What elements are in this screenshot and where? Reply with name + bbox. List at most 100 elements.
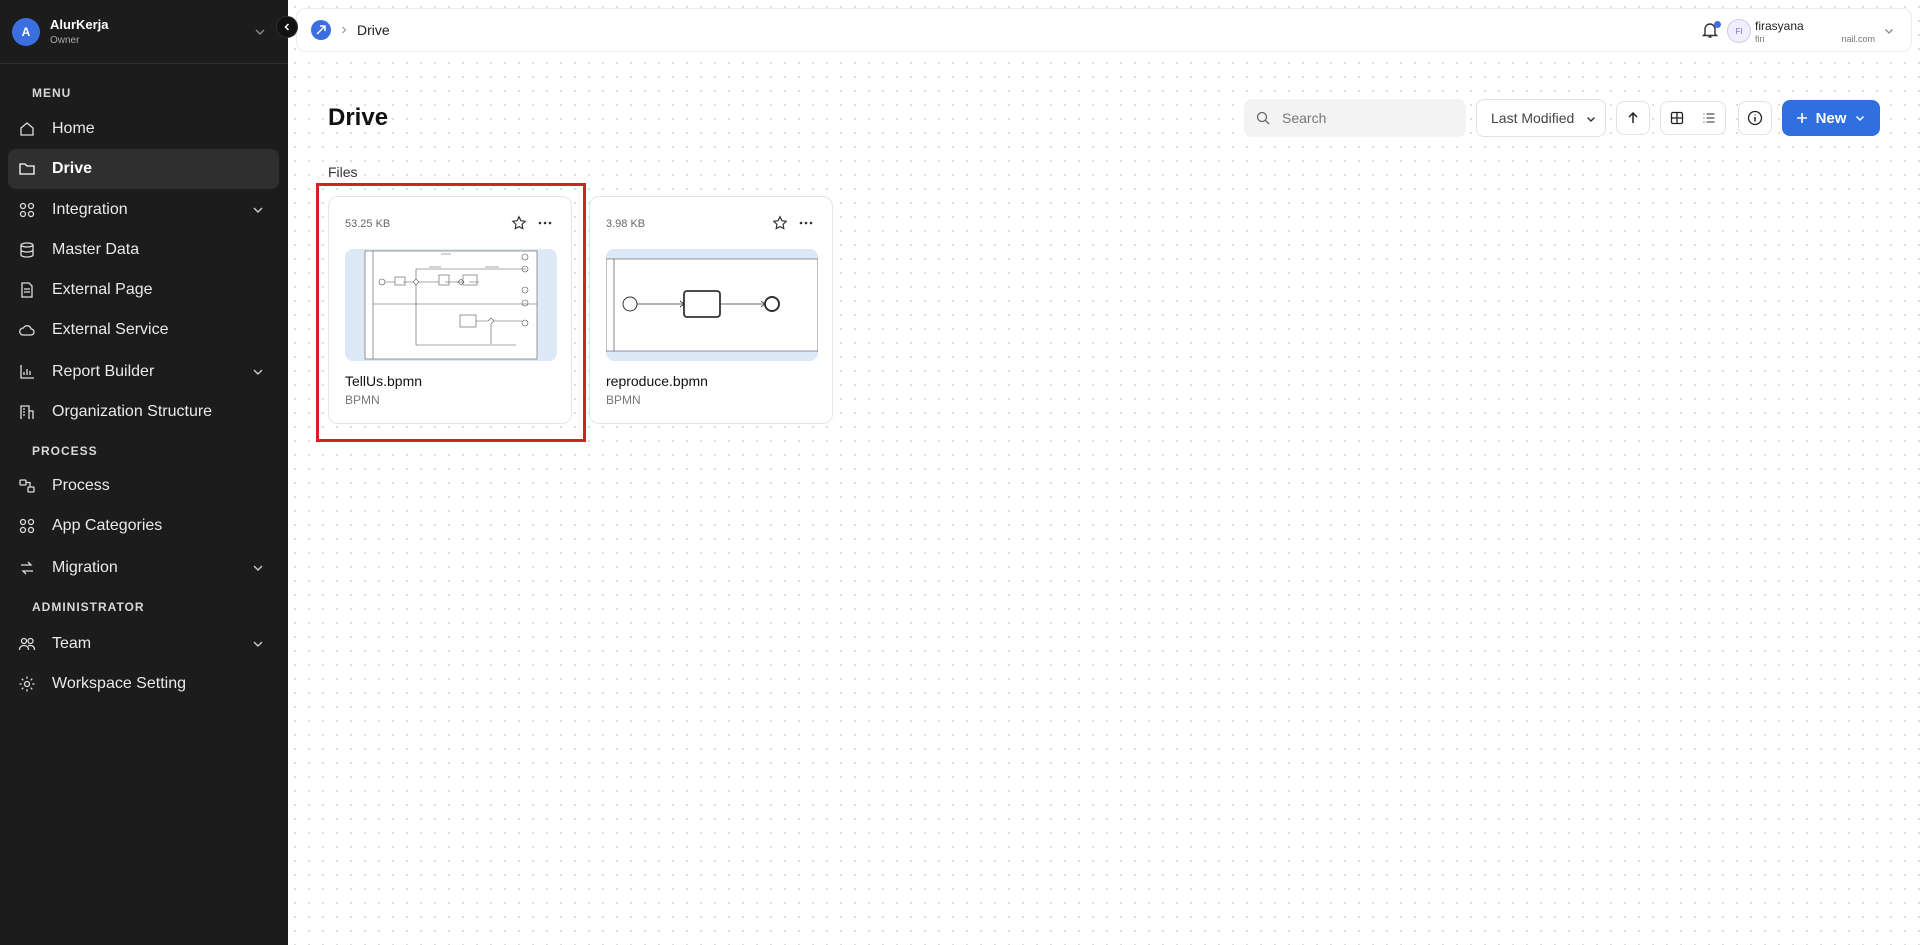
chevron-down-icon	[1587, 117, 1595, 122]
search-icon	[1256, 111, 1270, 125]
chevron-down-icon	[1856, 115, 1865, 122]
chevron-down-icon	[253, 207, 263, 213]
notification-dot	[1714, 21, 1721, 28]
sidebar-item-report-builder[interactable]: Report Builder	[8, 352, 279, 392]
file-name: reproduce.bpmn	[606, 373, 708, 389]
star-icon[interactable]	[511, 215, 527, 231]
view-toggle	[1660, 101, 1726, 135]
workspace-avatar: A	[12, 17, 40, 46]
topbar: Drive FI firasyana firi nail.com	[296, 8, 1912, 52]
user-name: firasyana	[1755, 19, 1804, 33]
page-title: Drive	[328, 104, 389, 131]
page-icon	[21, 282, 33, 298]
sidebar-item-app-categories[interactable]: App Categories	[8, 506, 279, 546]
file-card-reproduce[interactable]: 3.98 KB reproduce.bpmn BPMN	[589, 196, 833, 424]
section-label-process: PROCESS	[32, 444, 98, 458]
file-type: BPMN	[606, 393, 641, 407]
sidebar-item-drive[interactable]: Drive	[8, 149, 279, 189]
sidebar-item-label: Process	[52, 477, 110, 494]
file-thumbnail	[606, 249, 818, 361]
app-logo-icon[interactable]	[311, 20, 331, 40]
migration-icon	[21, 561, 33, 575]
sidebar: A AlurKerja Owner MENU Home Drive Integr…	[0, 0, 288, 945]
chevron-down-icon	[253, 369, 263, 375]
chevron-down-icon	[253, 641, 263, 647]
more-options-icon[interactable]	[798, 215, 814, 231]
list-view-button[interactable]	[1693, 102, 1725, 134]
sidebar-item-migration[interactable]: Migration	[8, 548, 279, 588]
file-type: BPMN	[345, 393, 380, 407]
section-label-menu: MENU	[32, 86, 72, 100]
sort-direction-button[interactable]	[1616, 101, 1650, 135]
chart-icon	[20, 365, 34, 379]
workspace-name: AlurKerja	[50, 17, 109, 32]
grid-icon	[19, 518, 35, 534]
new-button[interactable]: New	[1782, 100, 1880, 136]
user-avatar[interactable]: FI	[1727, 19, 1751, 43]
sidebar-item-label: External Service	[52, 321, 169, 338]
sidebar-item-label: Master Data	[52, 241, 140, 258]
user-email-start: firi	[1755, 34, 1765, 44]
process-icon	[19, 479, 35, 493]
sidebar-item-label: Report Builder	[52, 363, 155, 380]
file-thumbnail	[345, 249, 557, 361]
sidebar-item-external-page[interactable]: External Page	[8, 270, 279, 310]
sidebar-item-master-data[interactable]: Master Data	[8, 230, 279, 270]
home-icon	[20, 122, 34, 136]
section-label-administrator: ADMINISTRATOR	[32, 600, 145, 614]
sort-select-value: Last Modified	[1491, 110, 1575, 126]
workspace-role: Owner	[50, 35, 80, 46]
file-name: TellUs.bpmn	[345, 373, 423, 389]
sidebar-item-workspace-setting[interactable]: Workspace Setting	[8, 664, 279, 704]
sidebar-item-label: Team	[52, 635, 92, 652]
grid-view-icon	[1670, 111, 1684, 125]
gear-icon	[19, 676, 35, 692]
workspace-switcher[interactable]: A AlurKerja Owner	[0, 0, 288, 64]
list-view-icon	[1703, 113, 1715, 123]
sidebar-item-team[interactable]: Team	[8, 624, 279, 664]
sidebar-item-organization-structure[interactable]: Organization Structure	[8, 392, 279, 432]
grid-icon	[19, 202, 35, 218]
sidebar-item-process[interactable]: Process	[8, 466, 279, 506]
chevron-right-icon	[342, 26, 347, 34]
file-size: 53.25 KB	[345, 218, 391, 230]
files-section-label: Files	[328, 164, 358, 180]
sort-select[interactable]: Last Modified	[1476, 99, 1606, 137]
info-icon	[1747, 110, 1763, 126]
chevron-down-icon	[253, 565, 263, 571]
sidebar-item-label: Migration	[52, 559, 118, 576]
sidebar-item-label: App Categories	[52, 517, 163, 534]
folder-icon	[19, 163, 35, 175]
sidebar-item-external-service[interactable]: External Service	[8, 310, 279, 350]
sidebar-item-integration[interactable]: Integration	[8, 190, 279, 230]
sidebar-item-label: Drive	[52, 160, 93, 177]
sidebar-item-label: Integration	[52, 201, 128, 218]
chevron-left-icon	[284, 23, 290, 31]
main-content: Drive FI firasyana firi nail.com Drive L…	[288, 0, 1920, 945]
file-size: 3.98 KB	[606, 218, 646, 230]
user-email-end: nail.com	[1841, 34, 1875, 44]
chevron-down-icon[interactable]	[1883, 25, 1895, 37]
sidebar-item-home[interactable]: Home	[8, 109, 279, 149]
grid-view-button[interactable]	[1661, 102, 1693, 134]
search-input[interactable]	[1282, 110, 1442, 126]
sidebar-item-label: External Page	[52, 281, 153, 298]
more-options-icon[interactable]	[537, 215, 553, 231]
new-button-label: New	[1815, 109, 1847, 127]
team-icon	[18, 637, 36, 651]
sidebar-item-label: Organization Structure	[52, 403, 213, 420]
chevron-down-icon	[255, 29, 265, 35]
breadcrumb-current[interactable]: Drive	[357, 22, 390, 38]
sidebar-item-label: Home	[52, 120, 95, 137]
star-icon[interactable]	[772, 215, 788, 231]
collapse-sidebar-button[interactable]	[276, 16, 298, 38]
sidebar-item-label: Workspace Setting	[52, 675, 186, 692]
plus-icon	[1796, 113, 1807, 123]
arrow-up-icon	[1628, 111, 1638, 123]
file-card-tellus[interactable]: 53.25 KB TellUs.bpmn BPMN	[328, 196, 572, 424]
cloud-icon	[19, 325, 35, 336]
search-box[interactable]	[1244, 99, 1466, 137]
building-icon	[20, 405, 34, 419]
info-button[interactable]	[1738, 101, 1772, 135]
user-email: firi nail.com	[1755, 34, 1875, 44]
